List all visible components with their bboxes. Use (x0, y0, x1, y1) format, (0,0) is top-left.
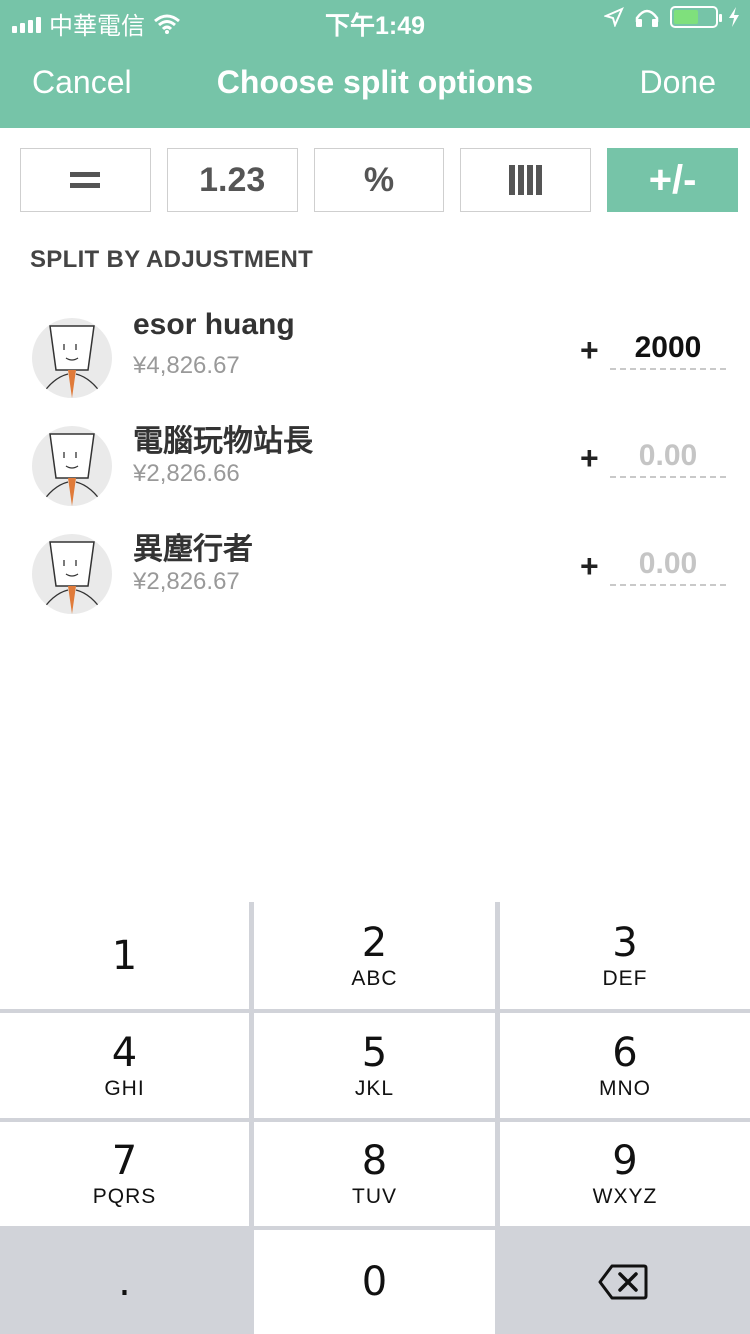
battery-icon (670, 6, 722, 28)
done-button[interactable]: Done (640, 64, 717, 101)
key-digit: 9 (612, 1138, 638, 1184)
section-title: SPLIT BY ADJUSTMENT (30, 246, 314, 273)
key-digit: 3 (612, 919, 638, 966)
status-bar: 中華電信 下午1:49 (0, 0, 750, 40)
avatar (32, 426, 112, 506)
key-6[interactable]: 6 MNO (500, 1013, 750, 1118)
key-digit: 7 (111, 1138, 138, 1184)
split-shares-button[interactable] (460, 148, 592, 212)
key-letters: DEF (602, 966, 648, 990)
key-9[interactable]: 9 WXYZ (500, 1122, 750, 1226)
key-letters: ABC (351, 966, 398, 990)
shares-icon (509, 165, 543, 195)
person-name: 電腦玩物站長 (133, 425, 313, 458)
key-8[interactable]: 8 TUV (254, 1122, 495, 1226)
key-letters: WXYZ (592, 1185, 658, 1208)
key-2[interactable]: 2 ABC (254, 902, 495, 1009)
backspace-icon (598, 1264, 648, 1300)
equals-icon (70, 172, 101, 188)
percentages-label: % (363, 160, 395, 199)
key-5[interactable]: 5 JKL (254, 1013, 495, 1118)
key-digit: 1 (111, 932, 138, 979)
header-bar: 中華電信 下午1:49 Cancel Choose split options … (0, 0, 750, 128)
key-3[interactable]: 3 DEF (500, 902, 750, 1009)
key-digit: 2 (361, 919, 388, 966)
adjustment-input[interactable]: 0.00 (610, 434, 726, 478)
key-digit: 4 (111, 1029, 138, 1076)
key-letters: GHI (104, 1076, 145, 1100)
person-amount: ¥4,826.67 (133, 352, 240, 379)
person-name: 異塵行者 (133, 533, 253, 566)
exact-amounts-label: 1.23 (199, 160, 266, 199)
navigation-bar: Cancel Choose split options Done (0, 40, 750, 128)
plus-sign: + (580, 440, 599, 476)
key-digit: 6 (612, 1029, 638, 1076)
backspace-key[interactable] (496, 1230, 750, 1334)
person-amount: ¥2,826.66 (133, 460, 240, 487)
key-digit: 8 (361, 1138, 388, 1184)
key-4[interactable]: 4 GHI (0, 1013, 249, 1118)
split-adjustment-button[interactable]: +/- (607, 148, 738, 212)
key-0[interactable]: 0 (254, 1230, 495, 1334)
charging-bolt-icon (729, 7, 739, 27)
person-name: esor huang (133, 308, 295, 341)
key-digit: 0 (361, 1259, 388, 1305)
location-arrow-icon (604, 7, 624, 27)
key-1[interactable]: 1 (0, 902, 249, 1009)
decimal-key[interactable]: . (0, 1230, 249, 1334)
person-row: 異塵行者 ¥2,826.67 + 0.00 (0, 524, 750, 632)
person-row: esor huang ¥4,826.67 + 2000 (0, 308, 750, 416)
avatar (32, 534, 112, 614)
adjustment-input[interactable]: 2000 (610, 326, 726, 370)
page-title: Choose split options (216, 64, 534, 100)
headphones-icon (635, 9, 659, 27)
avatar (32, 318, 112, 398)
key-digit: . (118, 1259, 131, 1305)
split-exact-amounts-button[interactable]: 1.23 (166, 148, 298, 212)
plus-sign: + (580, 332, 599, 368)
split-options-bar: 1.23 % +/- (20, 148, 738, 212)
plus-sign: + (580, 548, 599, 584)
key-7[interactable]: 7 PQRS (0, 1122, 249, 1226)
key-digit: 5 (361, 1029, 388, 1076)
split-percentages-button[interactable]: % (313, 148, 445, 212)
numeric-keypad: 1 2 ABC 3 DEF 4 GHI 5 JKL 6 MNO 7 PQRS 8… (0, 902, 750, 1334)
key-letters: MNO (599, 1076, 651, 1100)
person-row: 電腦玩物站長 ¥2,826.66 + 0.00 (0, 416, 750, 524)
split-equally-button[interactable] (20, 148, 151, 212)
adjustment-input[interactable]: 0.00 (610, 542, 726, 586)
key-letters: JKL (354, 1076, 395, 1100)
key-letters: TUV (352, 1185, 397, 1208)
key-letters: PQRS (92, 1185, 157, 1208)
adjustment-label: +/- (648, 157, 697, 202)
person-amount: ¥2,826.67 (133, 568, 240, 595)
